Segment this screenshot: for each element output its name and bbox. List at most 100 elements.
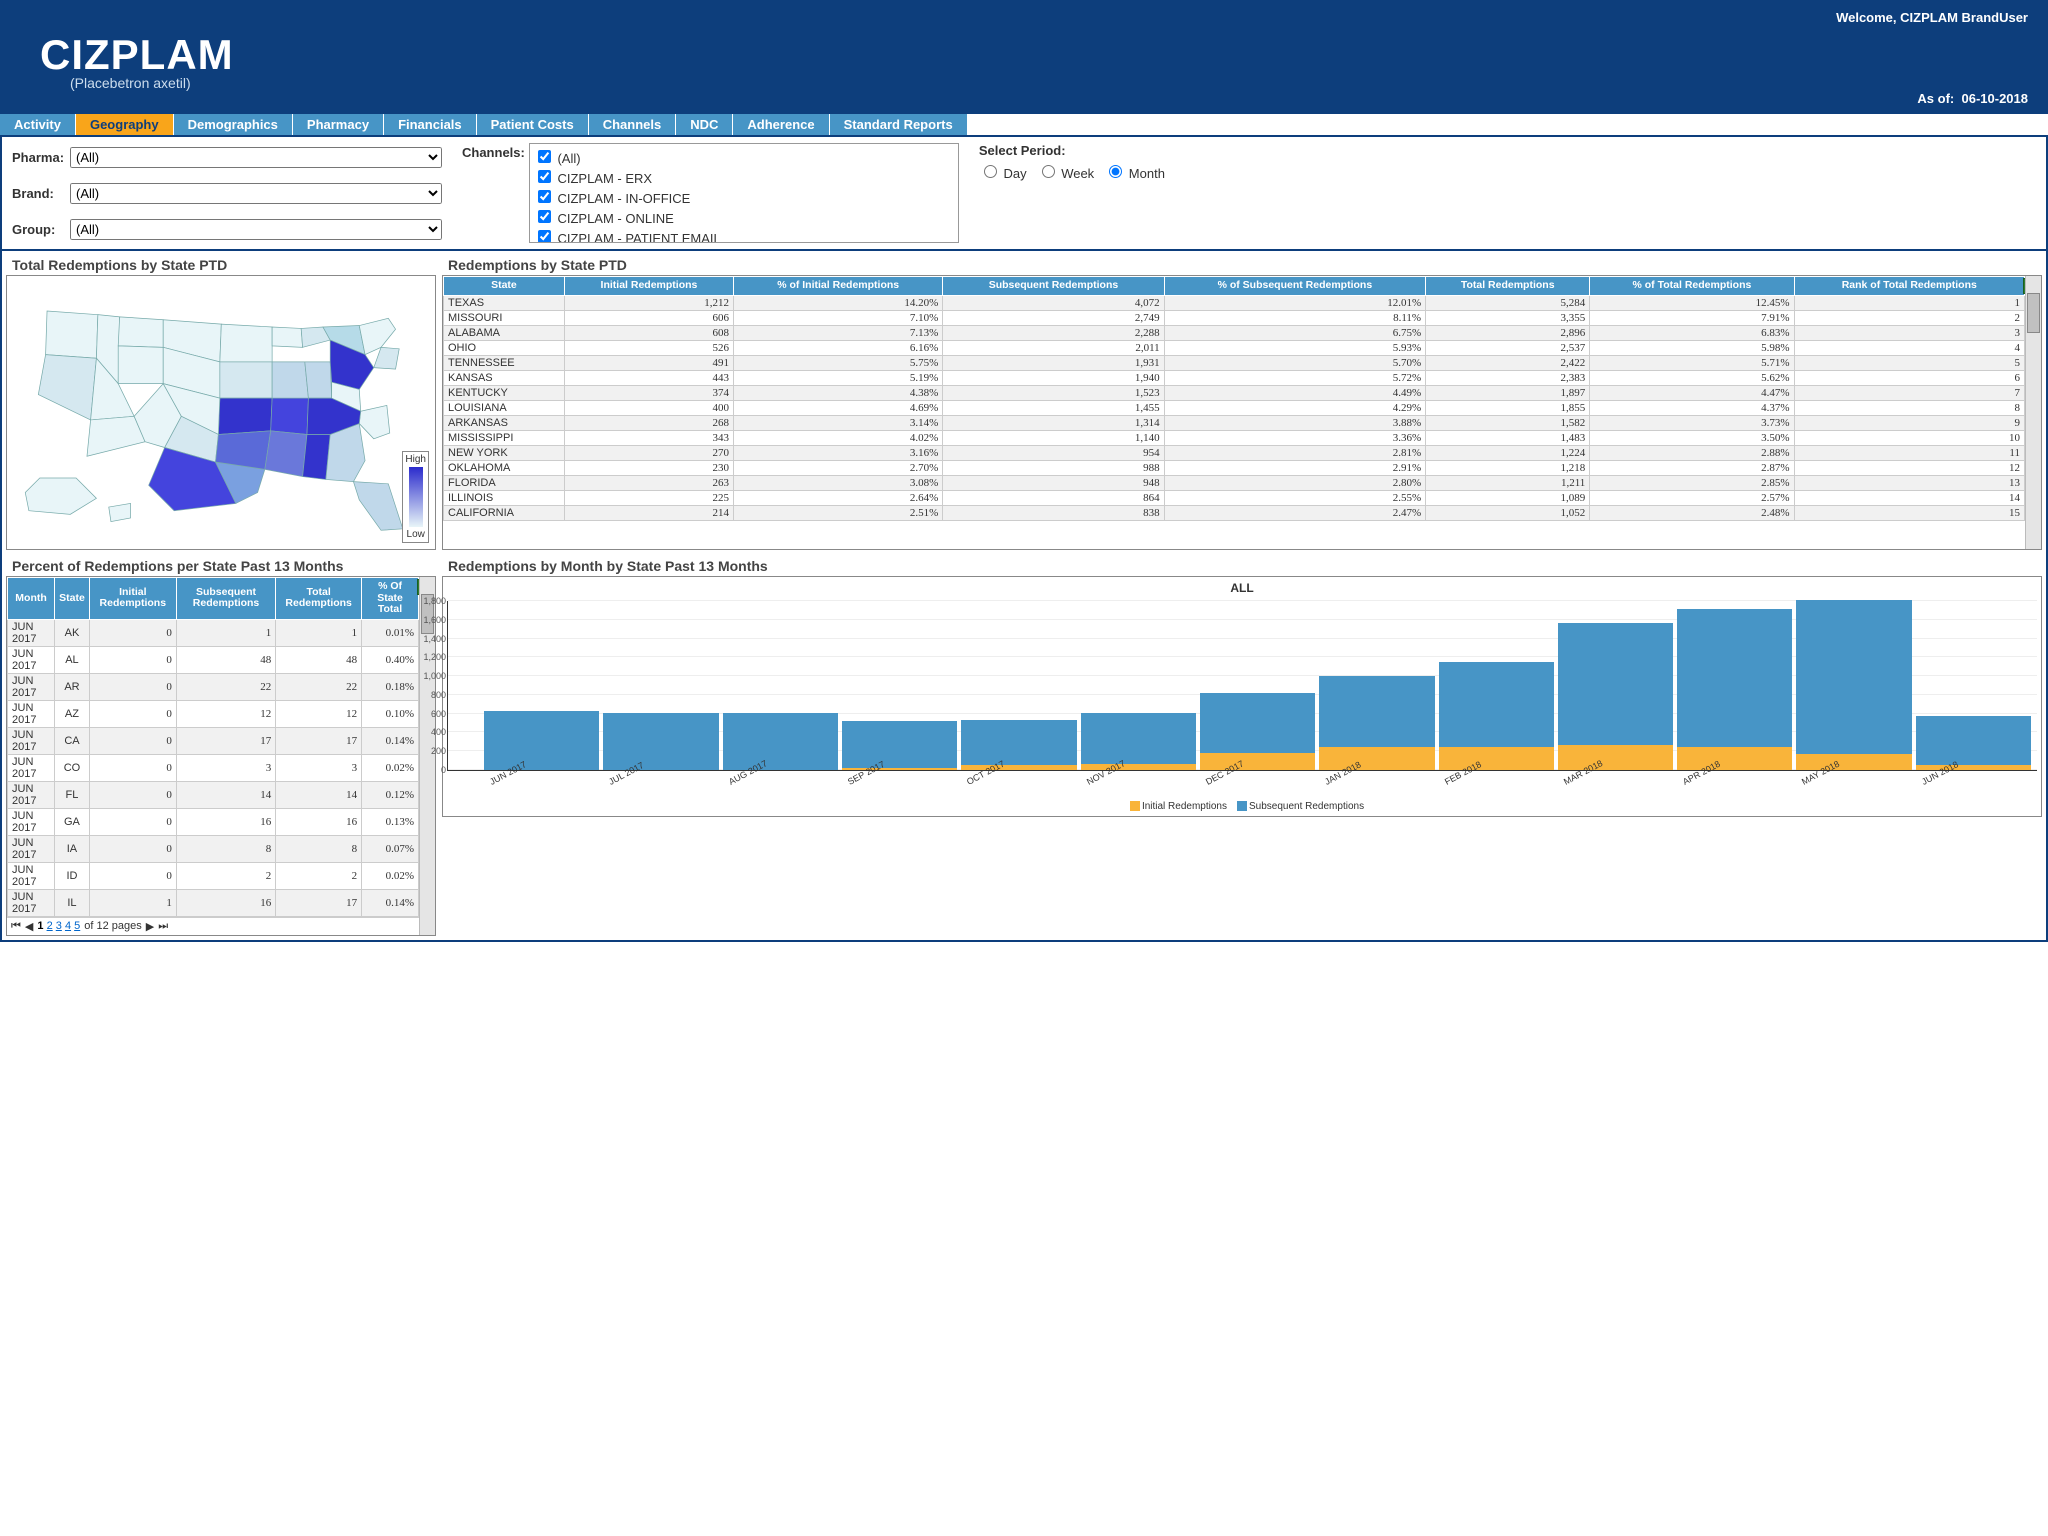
table-row[interactable]: KANSAS4435.19%1,9405.72%2,3835.62%6 <box>444 370 2025 385</box>
bar[interactable]: JUL 2017 <box>603 713 718 770</box>
tab-adherence[interactable]: Adherence <box>733 114 829 135</box>
channel-option[interactable]: CIZPLAM - IN-OFFICE <box>534 187 954 206</box>
channel-option[interactable]: CIZPLAM - ONLINE <box>534 207 954 226</box>
bar[interactable]: MAY 2018 <box>1796 600 1911 770</box>
table-row[interactable]: JUN 2017AL048480.40% <box>8 646 419 673</box>
col-header[interactable]: % of Subsequent Redemptions <box>1164 277 1425 296</box>
table-row[interactable]: TENNESSEE4915.75%1,9315.70%2,4225.71%5 <box>444 355 2025 370</box>
bar[interactable]: OCT 2017 <box>961 720 1076 770</box>
channel-checkbox[interactable] <box>538 170 551 183</box>
table-row[interactable]: JUN 2017AR022220.18% <box>8 673 419 700</box>
table-row[interactable]: OHIO5266.16%2,0115.93%2,5375.98%4 <box>444 340 2025 355</box>
bar[interactable]: JAN 2018 <box>1319 676 1434 770</box>
col-header[interactable]: % Of State Total <box>362 578 419 620</box>
channel-option[interactable]: CIZPLAM - ERX <box>534 167 954 186</box>
bar[interactable]: NOV 2017 <box>1081 713 1196 770</box>
pharma-select[interactable]: (All) <box>70 147 442 168</box>
col-header[interactable]: Subsequent Redemptions <box>943 277 1164 296</box>
col-header[interactable]: Initial Redemptions <box>564 277 733 296</box>
page-link[interactable]: 4 <box>65 920 71 932</box>
state-table[interactable]: StateInitial Redemptions% of Initial Red… <box>443 276 2025 521</box>
table-row[interactable]: JUN 2017AZ012120.10% <box>8 700 419 727</box>
period-radio[interactable] <box>1042 165 1055 178</box>
channel-option[interactable]: CIZPLAM - PATIENT EMAIL <box>534 227 954 243</box>
pager-first-icon[interactable]: ⏮ <box>11 920 21 933</box>
table-row[interactable]: MISSOURI6067.10%2,7498.11%3,3557.91%2 <box>444 310 2025 325</box>
table-row[interactable]: JUN 2017AK0110.01% <box>8 619 419 646</box>
tab-financials[interactable]: Financials <box>384 114 477 135</box>
table-row[interactable]: JUN 2017FL014140.12% <box>8 781 419 808</box>
scroll-thumb[interactable] <box>2027 293 2040 333</box>
table-row[interactable]: KENTUCKY3744.38%1,5234.49%1,8974.47%7 <box>444 385 2025 400</box>
page-link[interactable]: 5 <box>74 920 80 932</box>
table-row[interactable]: ARKANSAS2683.14%1,3143.88%1,5823.73%9 <box>444 415 2025 430</box>
bar[interactable]: DEC 2017 <box>1200 693 1315 770</box>
table-row[interactable]: ALABAMA6087.13%2,2886.75%2,8966.83%3 <box>444 325 2025 340</box>
tab-channels[interactable]: Channels <box>589 114 677 135</box>
channels-listbox[interactable]: (All) CIZPLAM - ERX CIZPLAM - IN-OFFICE … <box>529 143 959 243</box>
pager-last-icon[interactable]: ⏭ <box>158 920 168 933</box>
bar[interactable]: JUN 2018 <box>1916 716 2031 770</box>
group-select[interactable]: (All) <box>70 219 442 240</box>
channel-checkbox[interactable] <box>538 190 551 203</box>
table-row[interactable]: LOUISIANA4004.69%1,4554.29%1,8554.37%8 <box>444 400 2025 415</box>
period-radio[interactable] <box>1109 165 1122 178</box>
table-row[interactable]: JUN 2017IA0880.07% <box>8 835 419 862</box>
bar[interactable]: AUG 2017 <box>723 713 838 770</box>
table-row[interactable]: JUN 2017CA017170.14% <box>8 727 419 754</box>
channel-checkbox[interactable] <box>538 150 551 163</box>
tab-demographics[interactable]: Demographics <box>174 114 293 135</box>
col-header[interactable]: % of Initial Redemptions <box>734 277 943 296</box>
cell: 606 <box>564 310 733 325</box>
brand-select[interactable]: (All) <box>70 183 442 204</box>
cell: 1 <box>89 889 176 916</box>
page-link[interactable]: 3 <box>56 920 62 932</box>
period-radio[interactable] <box>984 165 997 178</box>
col-header[interactable]: Total Redemptions <box>276 578 362 620</box>
period-option-month[interactable]: Month <box>1104 166 1165 181</box>
tab-pharmacy[interactable]: Pharmacy <box>293 114 384 135</box>
table-row[interactable]: TEXAS1,21214.20%4,07212.01%5,28412.45%1 <box>444 295 2025 310</box>
tab-activity[interactable]: Activity <box>0 114 76 135</box>
col-header[interactable]: Total Redemptions <box>1426 277 1590 296</box>
page-link[interactable]: 1 <box>37 920 43 932</box>
table-row[interactable]: CALIFORNIA2142.51%8382.47%1,0522.48%15 <box>444 505 2025 520</box>
pager-prev-icon[interactable]: ◀ <box>25 920 33 933</box>
table-row[interactable]: JUN 2017GA016160.13% <box>8 808 419 835</box>
col-header[interactable]: Subsequent Redemptions <box>176 578 275 620</box>
bar[interactable]: MAR 2018 <box>1558 623 1673 770</box>
table-row[interactable]: MISSISSIPPI3434.02%1,1403.36%1,4833.50%1… <box>444 430 2025 445</box>
col-header[interactable]: State <box>444 277 565 296</box>
us-map[interactable]: High Low <box>6 275 436 550</box>
bar[interactable]: SEP 2017 <box>842 721 957 770</box>
bar[interactable]: APR 2018 <box>1677 609 1792 770</box>
tab-patient-costs[interactable]: Patient Costs <box>477 114 589 135</box>
channel-option[interactable]: (All) <box>534 147 954 166</box>
page-link[interactable]: 2 <box>47 920 53 932</box>
col-header[interactable]: Month <box>8 578 55 620</box>
tab-geography[interactable]: Geography <box>76 114 174 135</box>
table-row[interactable]: JUN 2017CO0330.02% <box>8 754 419 781</box>
table-row[interactable]: JUN 2017IL116170.14% <box>8 889 419 916</box>
table-row[interactable]: NEW YORK2703.16%9542.81%1,2242.88%11 <box>444 445 2025 460</box>
col-header[interactable]: Initial Redemptions <box>89 578 176 620</box>
pct-table[interactable]: MonthStateInitial RedemptionsSubsequent … <box>7 577 419 917</box>
channel-checkbox[interactable] <box>538 210 551 223</box>
col-header[interactable]: Rank of Total Redemptions <box>1794 277 2024 296</box>
tab-standard-reports[interactable]: Standard Reports <box>830 114 968 135</box>
channel-checkbox[interactable] <box>538 230 551 243</box>
period-option-day[interactable]: Day <box>979 166 1027 181</box>
col-header[interactable]: State <box>55 578 90 620</box>
bar[interactable]: JUN 2017 <box>484 711 599 770</box>
pager-next-icon[interactable]: ▶ <box>146 920 154 933</box>
col-header[interactable]: % of Total Redemptions <box>1590 277 1794 296</box>
scrollbar[interactable] <box>2025 276 2041 549</box>
period-option-week[interactable]: Week <box>1037 166 1095 181</box>
brand-subtitle: (Placebetron axetil) <box>70 75 2028 91</box>
table-row[interactable]: FLORIDA2633.08%9482.80%1,2112.85%13 <box>444 475 2025 490</box>
table-row[interactable]: OKLAHOMA2302.70%9882.91%1,2182.87%12 <box>444 460 2025 475</box>
table-row[interactable]: JUN 2017ID0220.02% <box>8 862 419 889</box>
tab-ndc[interactable]: NDC <box>676 114 733 135</box>
table-row[interactable]: ILLINOIS2252.64%8642.55%1,0892.57%14 <box>444 490 2025 505</box>
bar[interactable]: FEB 2018 <box>1439 662 1554 770</box>
